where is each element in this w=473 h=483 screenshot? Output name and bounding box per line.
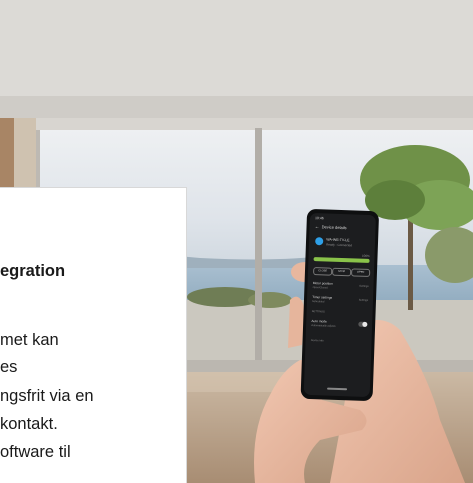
card-line-2: es (0, 358, 18, 376)
toggle-sub: Automatically adjusts (311, 324, 336, 328)
home-indicator (327, 387, 348, 390)
status-time: 10:46 (314, 216, 324, 221)
header-title: Device details (321, 224, 347, 231)
pill-close[interactable]: CLOSE (313, 267, 333, 276)
toggle-title: Auto mode (311, 319, 327, 324)
auto-mode-toggle[interactable] (358, 321, 368, 327)
info-card: egration met kan es ngsfrit via en konta… (0, 187, 187, 483)
section-label: SETTINGS (311, 310, 325, 314)
card-heading: egration (0, 262, 66, 280)
row-value-timer: Settings (358, 298, 369, 302)
row-value-motor: Settings (359, 284, 369, 288)
card-line-4: kontakt. (0, 415, 58, 433)
pill-stop[interactable]: STOP (332, 267, 352, 277)
pill-open[interactable]: OPEN (351, 268, 371, 278)
footer-text: Device info (310, 339, 324, 343)
row-title-timer[interactable]: Timer settings (312, 295, 332, 300)
toggle-knob (362, 321, 368, 327)
card-line-1: met kan (0, 331, 59, 349)
card-line-3: ngsfrit via en (0, 387, 94, 405)
level-value: 100% (361, 253, 370, 259)
row-sub-timer: Scheduled (312, 300, 325, 304)
row-title-motor[interactable]: Motor position (313, 281, 333, 286)
device-status: Ready - Connected (326, 242, 353, 248)
device-icon (315, 237, 324, 246)
phone-screen: 10:46 ← Device details WA-WE-TV-LE Ready… (305, 215, 375, 395)
card-line-5: oftware til (0, 443, 71, 461)
device-name: WA-WE-TV-LE (326, 237, 350, 243)
row-sub-motor: Open/Closed (312, 286, 328, 290)
level-bar (313, 257, 370, 264)
back-icon[interactable]: ← (315, 224, 320, 230)
